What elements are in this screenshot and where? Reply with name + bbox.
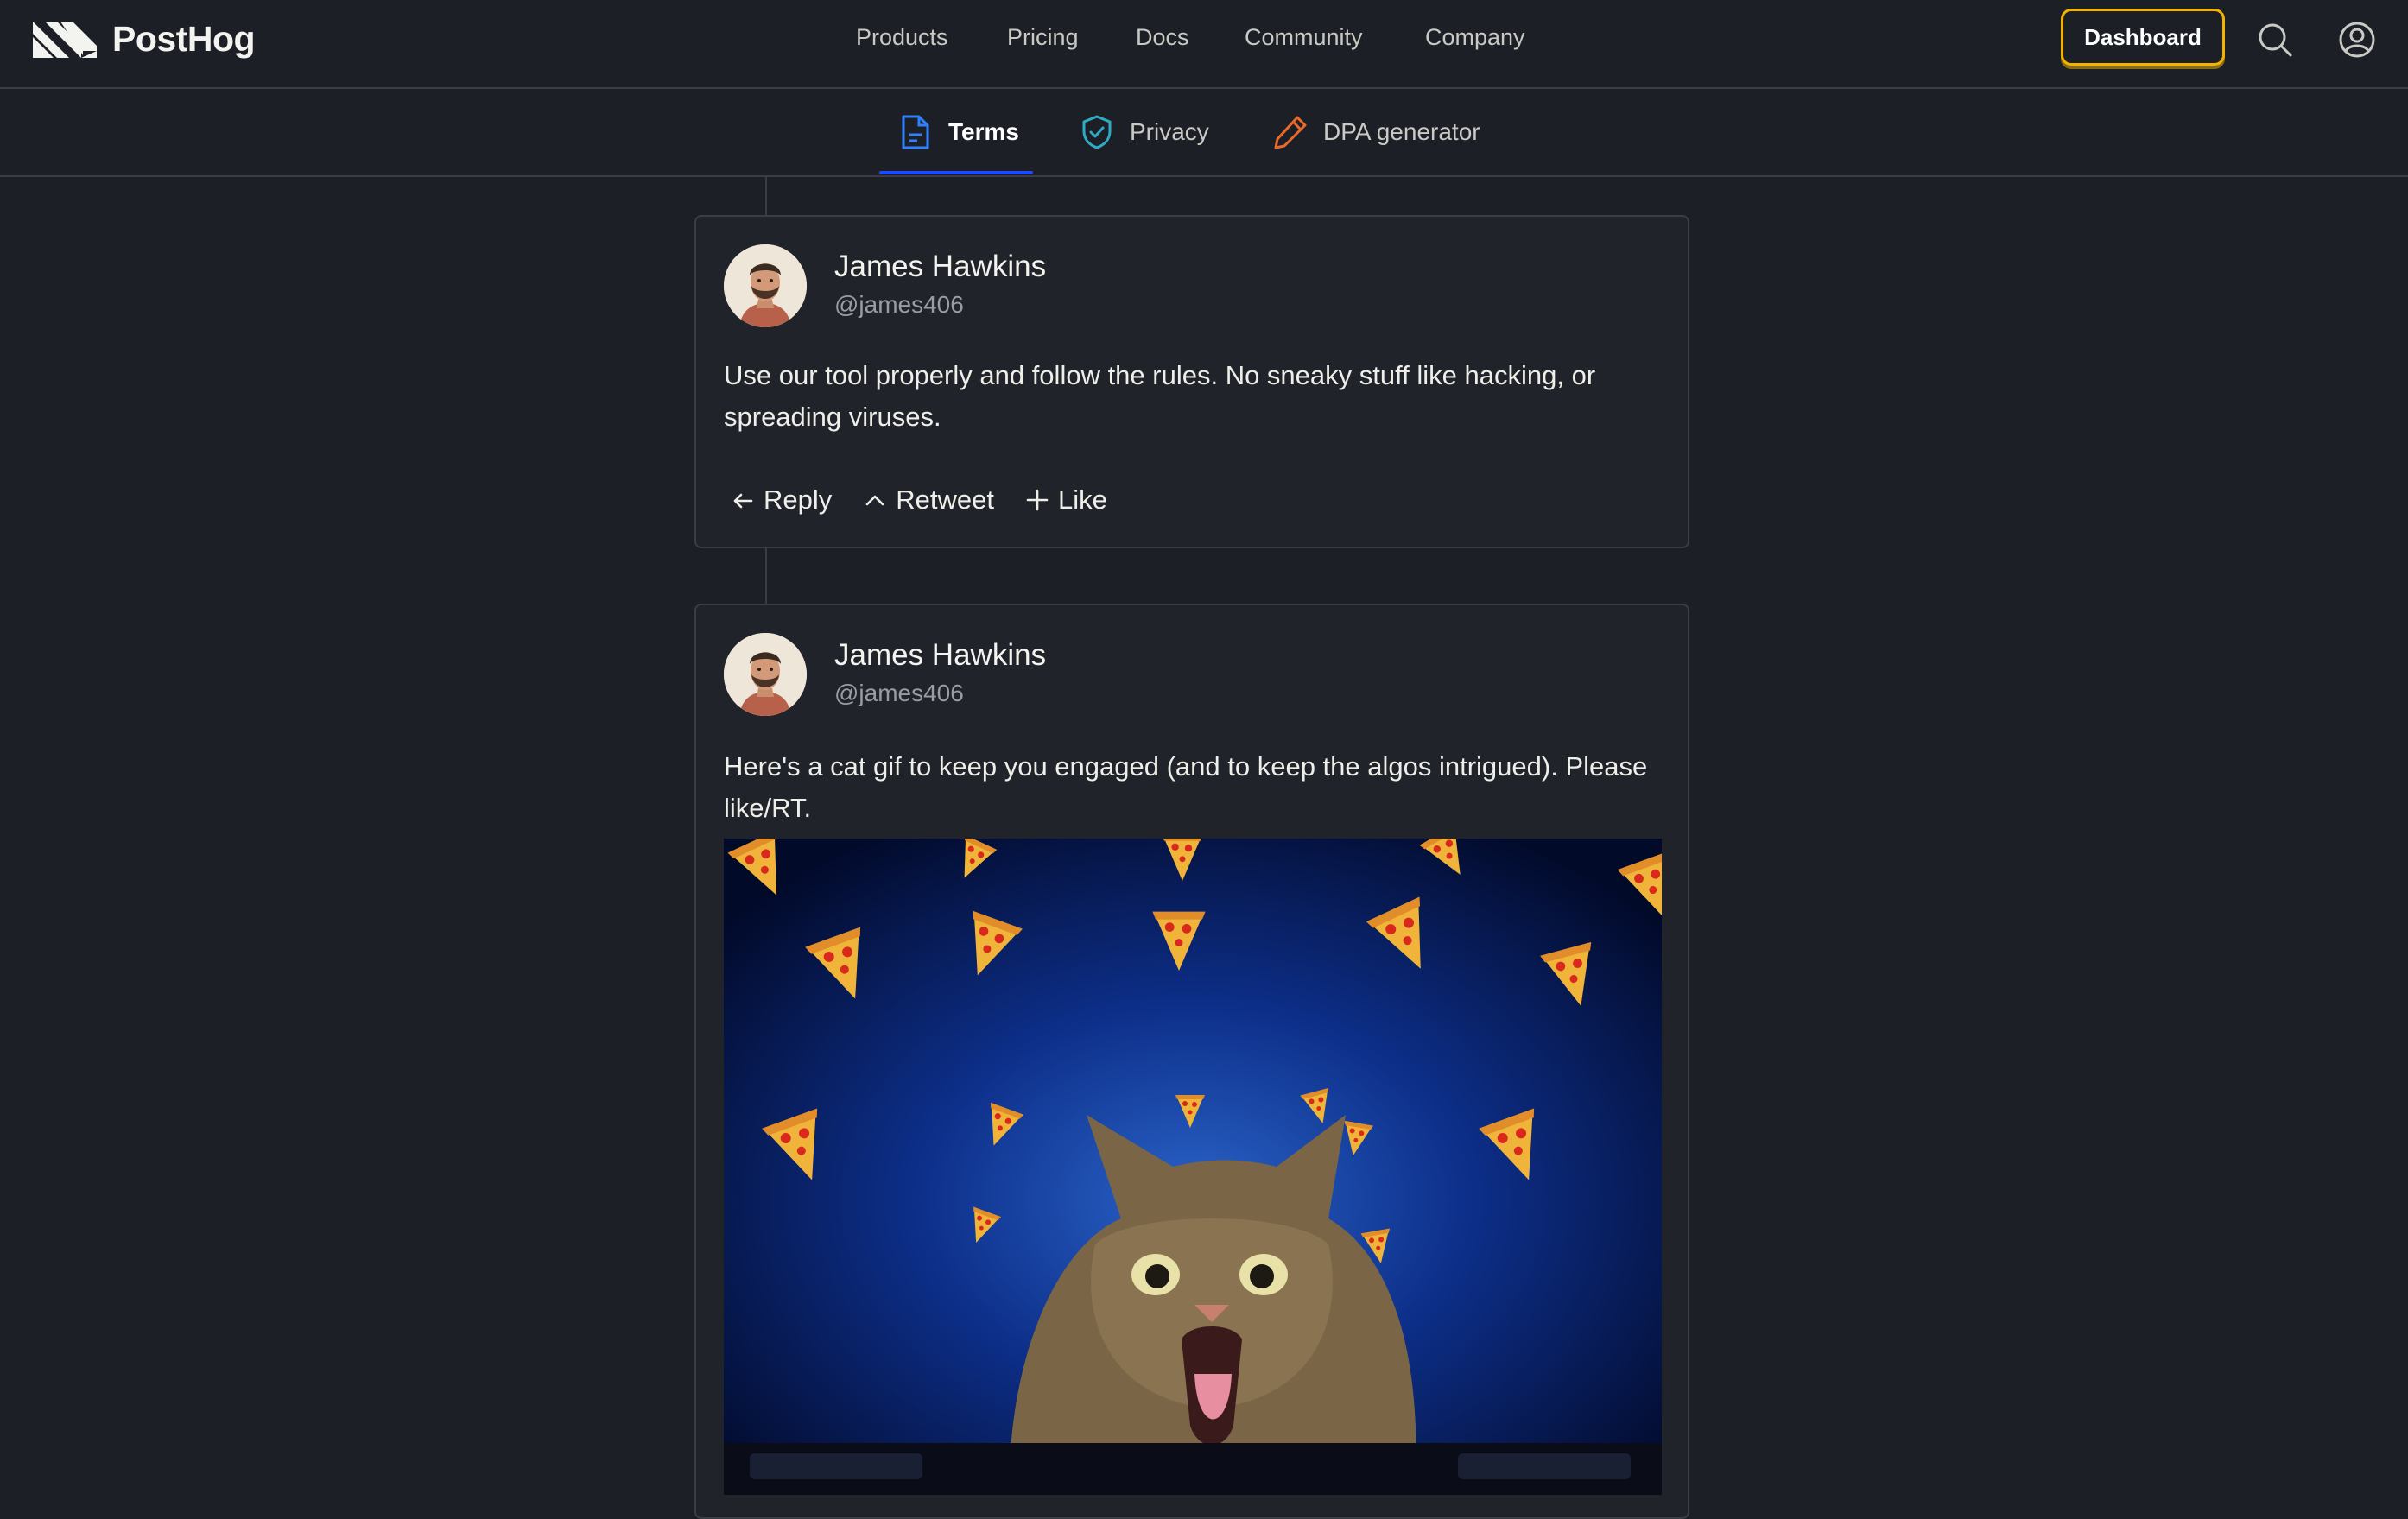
avatar[interactable]	[724, 244, 807, 327]
tab-dpa-generator[interactable]: DPA generator	[1273, 89, 1480, 175]
retweet-button[interactable]: Retweet	[863, 484, 994, 516]
tweet-actions: Reply Retweet Like	[731, 484, 1138, 516]
search-icon[interactable]	[2256, 21, 2294, 59]
nav-pricing[interactable]: Pricing	[1007, 24, 1079, 51]
pencil-icon	[1274, 116, 1307, 149]
tab-privacy[interactable]: Privacy	[1080, 89, 1209, 175]
retweet-label: Retweet	[896, 484, 994, 515]
document-icon	[902, 115, 929, 149]
author-name[interactable]: James Hawkins	[834, 250, 1046, 284]
avatar[interactable]	[724, 633, 807, 716]
arrow-left-icon	[733, 493, 753, 509]
thread-connector	[765, 548, 767, 604]
user-account-icon[interactable]	[2338, 21, 2376, 59]
tweet-card: James Hawkins @james406 Here's a cat gif…	[694, 604, 1689, 1519]
pizza-cat-gif[interactable]	[724, 839, 1662, 1495]
james-hawkins-portrait	[724, 244, 807, 327]
james-hawkins-portrait	[724, 633, 807, 716]
nav-company[interactable]: Company	[1425, 24, 1525, 51]
tab-privacy-label: Privacy	[1130, 118, 1209, 145]
author-handle[interactable]: @james406	[834, 680, 964, 707]
tweet-text: Use our tool properly and follow the rul…	[724, 360, 1596, 432]
tweet-card: James Hawkins @james406 Use our tool pro…	[694, 215, 1689, 548]
tweet-text: Here's a cat gif to keep you engaged (an…	[724, 751, 1648, 823]
author-name[interactable]: James Hawkins	[834, 638, 1046, 673]
like-button[interactable]: Like	[1025, 484, 1107, 516]
tab-terms[interactable]: Terms	[898, 89, 1019, 175]
main-menu: Products Pricing Docs Community Company	[0, 0, 2408, 79]
shield-check-icon	[1082, 115, 1112, 149]
like-label: Like	[1058, 484, 1107, 515]
legal-subnav: Terms Privacy DPA generator	[0, 89, 2408, 177]
reply-label: Reply	[764, 484, 833, 515]
plus-icon	[1026, 489, 1049, 511]
tab-terms-label: Terms	[948, 118, 1019, 145]
active-tab-indicator	[879, 171, 1033, 174]
chevron-up-icon	[865, 495, 884, 506]
reply-button[interactable]: Reply	[731, 484, 832, 516]
thread-connector	[765, 177, 767, 215]
dashboard-button[interactable]: Dashboard	[2061, 9, 2225, 66]
author-handle[interactable]: @james406	[834, 291, 964, 319]
tab-dpa-generator-label: DPA generator	[1323, 118, 1480, 145]
nav-products[interactable]: Products	[856, 24, 948, 51]
nav-docs[interactable]: Docs	[1136, 24, 1189, 51]
nav-community[interactable]: Community	[1245, 24, 1363, 51]
top-navigation: PostHog Products Pricing Docs Community …	[0, 0, 2408, 89]
